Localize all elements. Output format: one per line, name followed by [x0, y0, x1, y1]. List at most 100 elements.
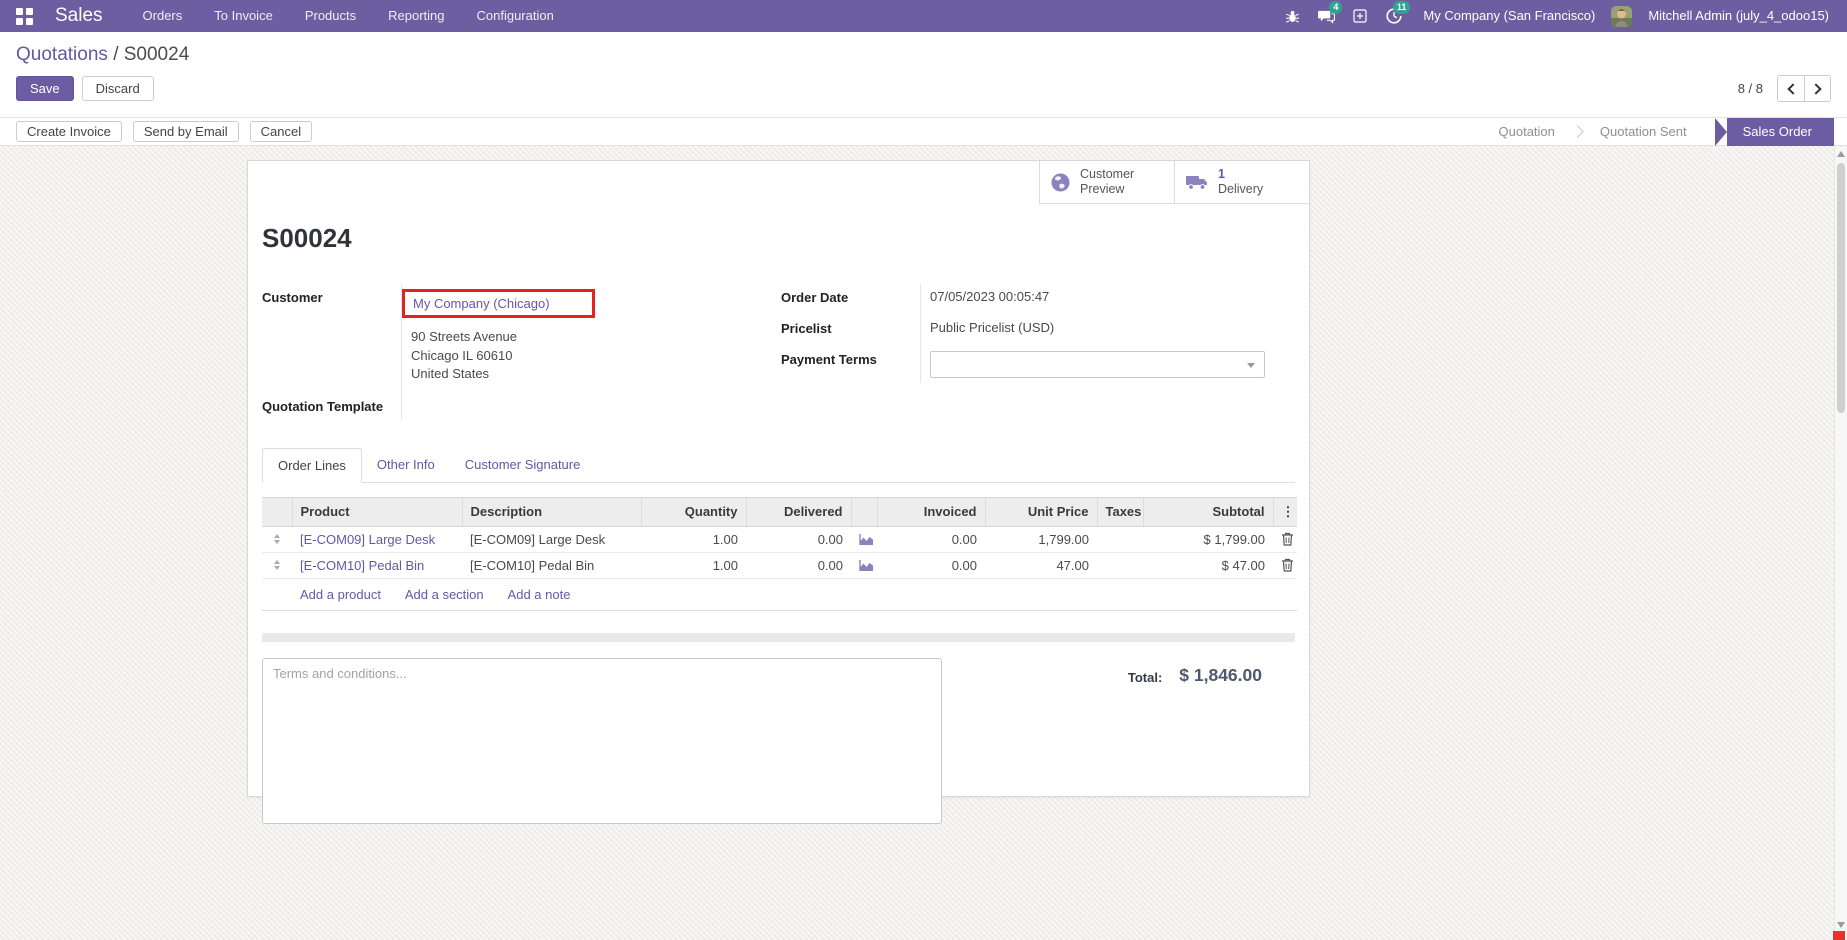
send-by-email-button[interactable]: Send by Email: [133, 121, 239, 142]
customer-preview-button[interactable]: Customer Preview: [1039, 161, 1174, 204]
order-date-label: Order Date: [781, 284, 920, 315]
breadcrumb: Quotations / S00024: [16, 44, 1831, 66]
user-menu[interactable]: Mitchell Admin (july_4_odoo15): [1640, 0, 1837, 32]
row1-unit-price[interactable]: 1,799.00: [985, 526, 1097, 552]
row1-product[interactable]: [E-COM09] Large Desk: [292, 526, 462, 552]
top-navbar: Sales Orders To Invoice Products Reporti…: [0, 0, 1847, 32]
user-avatar[interactable]: [1611, 6, 1632, 27]
save-button[interactable]: Save: [16, 76, 74, 101]
create-invoice-button[interactable]: Create Invoice: [16, 121, 122, 142]
pager: 8 / 8: [1738, 75, 1831, 102]
table-footer-links: Add a product Add a section Add a note: [262, 578, 1297, 610]
delete-trash-icon[interactable]: [1281, 558, 1294, 572]
scroll-up-arrow-icon[interactable]: [1837, 151, 1845, 157]
tab-other-info[interactable]: Other Info: [362, 448, 450, 482]
breadcrumb-current: S00024: [124, 44, 190, 65]
plus-square-icon: [1353, 9, 1367, 23]
menu-products[interactable]: Products: [289, 0, 372, 32]
form-sheet: Customer Preview 1 Delivery: [247, 160, 1310, 797]
column-invoiced[interactable]: Invoiced: [877, 497, 985, 526]
order-date-value[interactable]: 07/05/2023 00:05:47: [920, 284, 1265, 315]
pager-value: 8 / 8: [1738, 81, 1763, 96]
row1-description[interactable]: [E-COM09] Large Desk: [462, 526, 641, 552]
stage-sales-order-active[interactable]: Sales Order: [1727, 118, 1834, 146]
row1-invoiced[interactable]: 0.00: [877, 526, 985, 552]
breadcrumb-separator: /: [113, 44, 118, 65]
row1-taxes[interactable]: [1097, 526, 1143, 552]
add-a-section-link[interactable]: Add a section: [405, 587, 484, 602]
notebook-tabs: Order Lines Other Info Customer Signatur…: [262, 448, 1295, 483]
right-field-group: Order Date 07/05/2023 00:05:47 Pricelist…: [781, 284, 1265, 420]
menu-to-invoice[interactable]: To Invoice: [198, 0, 289, 32]
row2-taxes[interactable]: [1097, 552, 1143, 578]
company-switcher[interactable]: My Company (San Francisco): [1415, 0, 1603, 32]
row2-delivered[interactable]: 0.00: [746, 552, 851, 578]
menu-orders[interactable]: Orders: [127, 0, 199, 32]
payment-terms-input[interactable]: [930, 351, 1265, 378]
pager-previous-button[interactable]: [1778, 76, 1804, 101]
scrollbar-thumb[interactable]: [1837, 163, 1845, 413]
row2-description[interactable]: [E-COM10] Pedal Bin: [462, 552, 641, 578]
order-lines-table: Product Description Quantity Delivered I…: [262, 497, 1297, 611]
drag-handle-icon[interactable]: [270, 534, 284, 544]
delivery-label: Delivery: [1218, 182, 1263, 197]
table-row[interactable]: [E-COM10] Pedal Bin [E-COM10] Pedal Bin …: [262, 552, 1297, 578]
optional-columns-icon[interactable]: ⋮: [1273, 497, 1297, 526]
column-product[interactable]: Product: [292, 497, 462, 526]
quotation-template-label: Quotation Template: [262, 389, 401, 420]
table-row[interactable]: [E-COM09] Large Desk [E-COM09] Large Des…: [262, 526, 1297, 552]
forecast-chart-icon[interactable]: [859, 559, 874, 572]
total-value: $ 1,846.00: [1179, 665, 1262, 686]
customer-address: 90 Streets Avenue Chicago IL 60610 Unite…: [401, 323, 762, 389]
column-description[interactable]: Description: [462, 497, 641, 526]
add-a-note-link[interactable]: Add a note: [508, 587, 571, 602]
column-subtotal[interactable]: Subtotal: [1143, 497, 1273, 526]
delete-trash-icon[interactable]: [1281, 532, 1294, 546]
discard-button[interactable]: Discard: [82, 76, 154, 101]
row1-delivered[interactable]: 0.00: [746, 526, 851, 552]
pricelist-value[interactable]: Public Pricelist (USD): [920, 315, 1265, 346]
tab-order-lines[interactable]: Order Lines: [262, 448, 362, 483]
messages-systray-button[interactable]: 4: [1313, 3, 1339, 29]
column-unit-price[interactable]: Unit Price: [985, 497, 1097, 526]
add-a-product-link[interactable]: Add a product: [300, 587, 381, 602]
drag-handle-icon[interactable]: [270, 560, 284, 570]
debug-bug-icon[interactable]: [1279, 3, 1305, 29]
forecast-chart-icon[interactable]: [859, 533, 874, 546]
column-taxes[interactable]: Taxes: [1097, 497, 1143, 526]
cancel-button[interactable]: Cancel: [250, 121, 312, 142]
terms-and-conditions-input[interactable]: [262, 658, 942, 824]
customer-field-value[interactable]: My Company (Chicago): [413, 296, 550, 311]
row2-unit-price[interactable]: 47.00: [985, 552, 1097, 578]
column-delivered[interactable]: Delivered: [746, 497, 851, 526]
menu-reporting[interactable]: Reporting: [372, 0, 460, 32]
activities-systray-button[interactable]: 11: [1381, 3, 1407, 29]
recording-indicator: [1833, 931, 1845, 940]
column-quantity[interactable]: Quantity: [641, 497, 746, 526]
breadcrumb-quotations[interactable]: Quotations: [16, 44, 108, 65]
row2-invoiced[interactable]: 0.00: [877, 552, 985, 578]
pager-next-button[interactable]: [1804, 76, 1830, 101]
quotation-template-field[interactable]: [401, 389, 762, 420]
record-title: S00024: [262, 223, 1295, 254]
row2-product[interactable]: [E-COM10] Pedal Bin: [292, 552, 462, 578]
row2-quantity[interactable]: 1.00: [641, 552, 746, 578]
control-panel: Quotations / S00024 Save Discard 8 / 8: [0, 32, 1847, 118]
stage-quotation-sent[interactable]: Quotation Sent: [1576, 118, 1711, 146]
app-brand[interactable]: Sales: [55, 5, 103, 27]
truck-icon: [1185, 173, 1209, 192]
apps-menu-icon[interactable]: [16, 8, 33, 25]
stage-quotation[interactable]: Quotation: [1475, 118, 1579, 146]
tab-customer-signature[interactable]: Customer Signature: [450, 448, 596, 482]
add-systray-button[interactable]: [1347, 3, 1373, 29]
row1-quantity[interactable]: 1.00: [641, 526, 746, 552]
customer-preview-line1: Customer: [1080, 167, 1134, 182]
scroll-down-arrow-icon[interactable]: [1837, 922, 1845, 928]
delivery-button[interactable]: 1 Delivery: [1174, 161, 1309, 204]
menu-configuration[interactable]: Configuration: [461, 0, 570, 32]
vertical-scrollbar[interactable]: [1834, 147, 1847, 940]
main-menus: Orders To Invoice Products Reporting Con…: [127, 0, 570, 32]
bug-icon: [1285, 9, 1300, 24]
section-separator: [262, 633, 1295, 642]
handle-column-header: [262, 497, 292, 526]
